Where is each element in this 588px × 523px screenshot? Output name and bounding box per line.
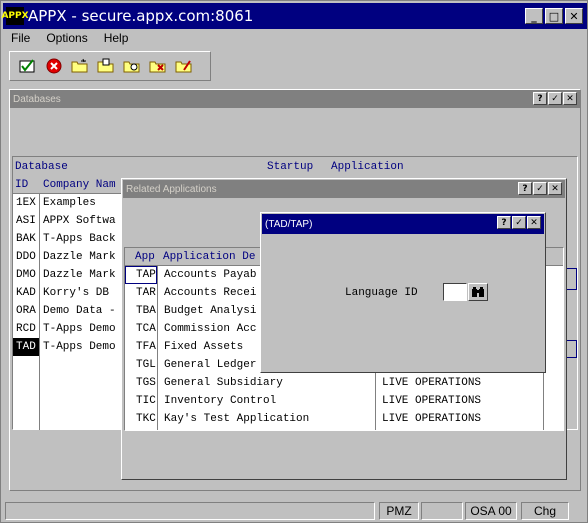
db-row-id-selected[interactable]: TAD (13, 338, 39, 356)
menu-help[interactable]: Help (96, 31, 137, 45)
databases-title-bar[interactable]: Databases ? ✓ ✕ (10, 90, 580, 108)
app-description[interactable]: Kay's Test Application (161, 410, 373, 428)
main-window: APPX APPX - secure.appx.com:8061 _ □ ✕ F… (0, 0, 588, 523)
close-button[interactable]: ✕ (563, 92, 577, 105)
help-button[interactable]: ? (533, 92, 547, 105)
db-row-company[interactable]: Dazzle Mark (40, 266, 123, 284)
folder-open-icon[interactable] (96, 56, 116, 76)
check-icon[interactable] (18, 56, 38, 76)
app-status: LIVE OPERATIONS (382, 377, 482, 389)
close-button[interactable]: ✕ (548, 182, 562, 195)
folder-delete-icon[interactable] (148, 56, 168, 76)
app-code[interactable]: TIC (133, 392, 157, 410)
close-button[interactable]: ✕ (527, 216, 541, 229)
menu-bar: File Options Help (3, 29, 587, 47)
app-description[interactable]: General Subsidiary (161, 374, 373, 392)
app-status: LIVE OPERATIONS (382, 395, 482, 407)
ok-button[interactable]: ✓ (533, 182, 547, 195)
dialog-title-bar[interactable]: (TAD/TAP) ? ✓ ✕ (262, 214, 544, 234)
folder-edit-icon[interactable] (174, 56, 194, 76)
status-bar: PMZ OSA 00 Chg (3, 501, 587, 521)
language-dialog: (TAD/TAP) ? ✓ ✕ Language ID (260, 212, 546, 373)
db-row-id[interactable]: DMO (13, 266, 39, 284)
menu-options[interactable]: Options (38, 31, 95, 45)
ok-button[interactable]: ✓ (548, 92, 562, 105)
db-row-company[interactable]: Examples (40, 194, 123, 212)
maximize-button[interactable]: □ (545, 8, 563, 24)
ok-button[interactable]: ✓ (512, 216, 526, 229)
db-row-company[interactable]: APPX Softwa (40, 212, 123, 230)
app-description[interactable]: Inventory Control (161, 392, 373, 410)
app-code[interactable]: TCA (133, 320, 157, 338)
lookup-binoculars-icon[interactable] (468, 283, 488, 301)
db-row-id[interactable]: ORA (13, 302, 39, 320)
databases-title: Databases (13, 93, 61, 105)
language-id-label: Language ID (345, 287, 418, 299)
db-row-company[interactable]: T-Apps Demo (40, 338, 123, 356)
db-row-id[interactable]: ASI (13, 212, 39, 230)
startup-header: Startup (267, 161, 314, 173)
language-id-input[interactable] (443, 283, 467, 301)
db-row-id[interactable]: RCD (13, 320, 39, 338)
menu-file[interactable]: File (3, 31, 38, 45)
app-code[interactable]: TBA (133, 302, 157, 320)
db-row-id[interactable]: 1EX (13, 194, 39, 212)
close-button[interactable]: ✕ (565, 8, 583, 24)
app-status: LIVE OPERATIONS (382, 413, 482, 425)
app-column-header: App (135, 251, 155, 263)
window-title: APPX - secure.appx.com:8061 (28, 7, 254, 25)
database-header: Database (15, 161, 68, 173)
appx-logo-icon: APPX (1, 7, 29, 25)
db-row-company[interactable]: T-Apps Demo (40, 320, 123, 338)
desc-column-header: Application De (163, 251, 256, 263)
db-row-id[interactable]: BAK (13, 230, 39, 248)
db-row-id[interactable]: DDO (13, 248, 39, 266)
db-row-company[interactable]: Dazzle Mark (40, 248, 123, 266)
folder-new-icon[interactable] (70, 56, 90, 76)
app-code[interactable]: TAR (133, 284, 157, 302)
id-column-header: ID (15, 179, 29, 191)
company-column-header: Company Nam (43, 179, 116, 191)
minimize-button[interactable]: _ (525, 8, 543, 24)
app-code[interactable]: TKC (133, 410, 157, 428)
cancel-icon[interactable] (44, 56, 64, 76)
app-code[interactable]: TGS (133, 374, 157, 392)
folder-search-icon[interactable] (122, 56, 142, 76)
status-blank (421, 502, 463, 520)
db-row-company[interactable]: Demo Data - (40, 302, 123, 320)
db-row-company[interactable]: T-Apps Back (40, 230, 123, 248)
status-mode: PMZ (379, 502, 419, 520)
help-button[interactable]: ? (518, 182, 532, 195)
related-title-bar[interactable]: Related Applications ? ✓ ✕ (123, 180, 565, 198)
title-bar[interactable]: APPX APPX - secure.appx.com:8061 _ □ ✕ (1, 3, 587, 29)
related-title: Related Applications (126, 183, 217, 195)
databases-list: 1EX Examples ASI APPX Softwa BAK T-Apps … (13, 193, 123, 430)
status-code: OSA 00 (465, 502, 517, 520)
db-row-company[interactable]: Korry's DB (40, 284, 123, 302)
app-code[interactable]: TFA (133, 338, 157, 356)
status-empty (5, 502, 375, 520)
db-row-id[interactable]: KAD (13, 284, 39, 302)
status-change: Chg (521, 502, 569, 520)
toolbar (9, 51, 211, 81)
app-code[interactable]: TGL (133, 356, 157, 374)
dialog-title: (TAD/TAP) (265, 218, 313, 230)
help-button[interactable]: ? (497, 216, 511, 229)
application-header: Application (331, 161, 404, 173)
